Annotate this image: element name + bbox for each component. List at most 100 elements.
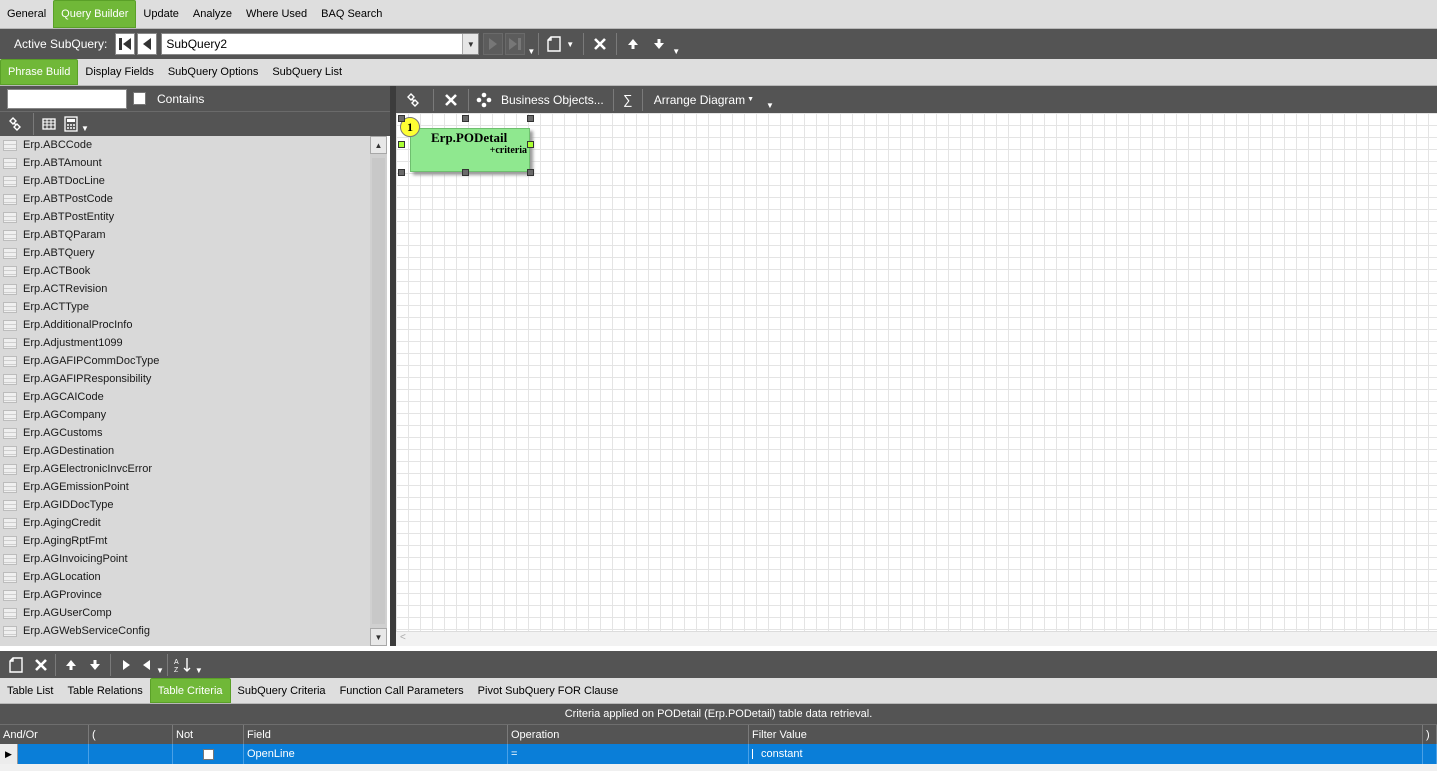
list-item[interactable]: Erp.ACTRevision bbox=[0, 280, 370, 298]
diagram-canvas[interactable]: Erp.PODetail +criteria 1 bbox=[396, 113, 1437, 631]
arrange-diagram-button[interactable]: Arrange Diagram ▼ bbox=[646, 86, 758, 113]
connection-handle[interactable] bbox=[398, 141, 405, 148]
new-criteria-button[interactable] bbox=[2, 651, 30, 678]
new-dropdown-icon[interactable]: ▼ bbox=[566, 40, 574, 49]
list-item[interactable]: Erp.AGCAICode bbox=[0, 388, 370, 406]
resize-handle[interactable] bbox=[527, 115, 534, 122]
toolbar-overflow-icon[interactable]: ▼ bbox=[195, 666, 203, 675]
tab-analyze[interactable]: Analyze bbox=[186, 0, 239, 28]
list-item[interactable]: Erp.AgingRptFmt bbox=[0, 532, 370, 550]
tab-phrase-build[interactable]: Phrase Build bbox=[0, 59, 79, 85]
cell-field[interactable]: OpenLine bbox=[244, 744, 508, 764]
list-item[interactable]: Erp.ABTQuery bbox=[0, 244, 370, 262]
list-item[interactable]: Erp.AGDestination bbox=[0, 442, 370, 460]
toolbar-overflow-icon[interactable]: ▼ bbox=[81, 124, 89, 133]
column-header-close-paren[interactable]: ) bbox=[1423, 725, 1437, 744]
scroll-up-icon[interactable]: ▲ bbox=[370, 136, 387, 154]
list-item[interactable]: Erp.AGAFIPResponsibility bbox=[0, 370, 370, 388]
tab-table-list[interactable]: Table List bbox=[0, 678, 60, 703]
resize-handle[interactable] bbox=[462, 115, 469, 122]
new-subquery-button[interactable] bbox=[542, 29, 566, 59]
list-item[interactable]: Erp.ABTAmount bbox=[0, 154, 370, 172]
list-item[interactable]: Erp.ABTDocLine bbox=[0, 172, 370, 190]
scroll-left-icon[interactable]: < bbox=[400, 632, 406, 643]
tab-table-relations[interactable]: Table Relations bbox=[60, 678, 149, 703]
tab-display-fields[interactable]: Display Fields bbox=[78, 59, 160, 85]
scroll-down-icon[interactable]: ▼ bbox=[370, 628, 387, 646]
toolbar-overflow-icon[interactable]: ▼ bbox=[156, 666, 164, 675]
list-item[interactable]: Erp.AGElectronicInvcError bbox=[0, 460, 370, 478]
subquery-select[interactable]: SubQuery2 ▼ bbox=[161, 33, 480, 55]
list-item[interactable]: Erp.AGIDDocType bbox=[0, 496, 370, 514]
move-up-button[interactable] bbox=[620, 29, 646, 59]
delete-subquery-button[interactable] bbox=[587, 29, 613, 59]
resize-handle[interactable] bbox=[398, 115, 405, 122]
tab-function-call-parameters[interactable]: Function Call Parameters bbox=[333, 678, 471, 703]
toolbar-overflow-icon[interactable]: ▼ bbox=[527, 47, 535, 56]
list-item[interactable]: Erp.Adjustment1099 bbox=[0, 334, 370, 352]
tab-query-builder[interactable]: Query Builder bbox=[53, 0, 137, 28]
move-down-button[interactable] bbox=[646, 29, 672, 59]
list-item[interactable]: Erp.AGWebServiceConfig bbox=[0, 622, 370, 640]
list-item[interactable]: Erp.ACTBook bbox=[0, 262, 370, 280]
business-objects-button[interactable]: Business Objects... bbox=[472, 86, 610, 113]
diagram-table-node[interactable]: Erp.PODetail +criteria bbox=[410, 128, 530, 172]
cell-not[interactable] bbox=[173, 744, 244, 764]
row-selector-icon[interactable]: ▶ bbox=[0, 744, 18, 764]
column-header-not[interactable]: Not bbox=[173, 725, 244, 744]
diagram-link-button[interactable] bbox=[396, 86, 430, 113]
cell-and-or[interactable] bbox=[18, 744, 89, 764]
tab-subquery-list[interactable]: SubQuery List bbox=[265, 59, 349, 85]
sort-button[interactable]: AZ bbox=[171, 651, 195, 678]
tab-table-criteria[interactable]: Table Criteria bbox=[149, 678, 231, 703]
tab-where-used[interactable]: Where Used bbox=[239, 0, 314, 28]
list-item[interactable]: Erp.AGAFIPCommDocType bbox=[0, 352, 370, 370]
indent-button[interactable] bbox=[114, 651, 138, 678]
list-item[interactable]: Erp.AGCompany bbox=[0, 406, 370, 424]
toolbar-overflow-icon[interactable]: ▼ bbox=[766, 101, 774, 110]
table-list-scrollbar[interactable]: ▲ ▼ bbox=[370, 136, 387, 646]
contains-checkbox[interactable] bbox=[133, 92, 146, 105]
list-item[interactable]: Erp.ABTPostCode bbox=[0, 190, 370, 208]
table-view-button[interactable] bbox=[37, 112, 61, 136]
cell-filter-value[interactable]: constant bbox=[749, 744, 1423, 764]
column-header-and-or[interactable]: And/Or bbox=[0, 725, 89, 744]
move-criteria-up-button[interactable] bbox=[59, 651, 83, 678]
tab-update[interactable]: Update bbox=[136, 0, 185, 28]
scroll-thumb[interactable] bbox=[372, 158, 385, 624]
table-row[interactable]: ▶ OpenLine = constant bbox=[0, 744, 1437, 764]
list-item[interactable]: Erp.AGInvoicingPoint bbox=[0, 550, 370, 568]
list-item[interactable]: Erp.AgingCredit bbox=[0, 514, 370, 532]
cell-open-paren[interactable] bbox=[89, 744, 173, 764]
list-item[interactable]: Erp.AGEmissionPoint bbox=[0, 478, 370, 496]
tab-subquery-criteria[interactable]: SubQuery Criteria bbox=[231, 678, 333, 703]
delete-criteria-button[interactable] bbox=[30, 651, 52, 678]
resize-handle[interactable] bbox=[462, 169, 469, 176]
list-item[interactable]: Erp.ABTQParam bbox=[0, 226, 370, 244]
list-item[interactable]: Erp.ABTPostEntity bbox=[0, 208, 370, 226]
cell-operation[interactable]: = bbox=[508, 744, 749, 764]
next-subquery-button[interactable] bbox=[483, 33, 504, 55]
previous-subquery-button[interactable] bbox=[137, 33, 158, 55]
column-header-operation[interactable]: Operation bbox=[508, 725, 749, 744]
column-header-open-paren[interactable]: ( bbox=[89, 725, 173, 744]
tab-pivot-subquery-for-clause[interactable]: Pivot SubQuery FOR Clause bbox=[471, 678, 626, 703]
outdent-button[interactable] bbox=[138, 651, 156, 678]
list-item[interactable]: Erp.ABCCode bbox=[0, 136, 370, 154]
last-subquery-button[interactable] bbox=[505, 33, 526, 55]
connection-handle[interactable] bbox=[527, 141, 534, 148]
list-item[interactable]: Erp.ACTType bbox=[0, 298, 370, 316]
resize-handle[interactable] bbox=[398, 169, 405, 176]
first-subquery-button[interactable] bbox=[115, 33, 136, 55]
chevron-down-icon[interactable]: ▼ bbox=[462, 34, 479, 54]
sum-button[interactable]: ∑ bbox=[617, 86, 639, 113]
cell-close-paren[interactable] bbox=[1423, 744, 1437, 764]
not-checkbox[interactable] bbox=[202, 748, 214, 760]
diagram-horizontal-scrollbar[interactable]: < bbox=[396, 631, 1437, 646]
list-item[interactable]: Erp.AGUserComp bbox=[0, 604, 370, 622]
calculator-button[interactable] bbox=[61, 112, 81, 136]
toolbar-overflow-icon[interactable]: ▼ bbox=[672, 47, 680, 56]
diagram-delete-button[interactable] bbox=[437, 86, 465, 113]
list-item[interactable]: Erp.AGProvince bbox=[0, 586, 370, 604]
add-relation-button[interactable] bbox=[0, 112, 30, 136]
